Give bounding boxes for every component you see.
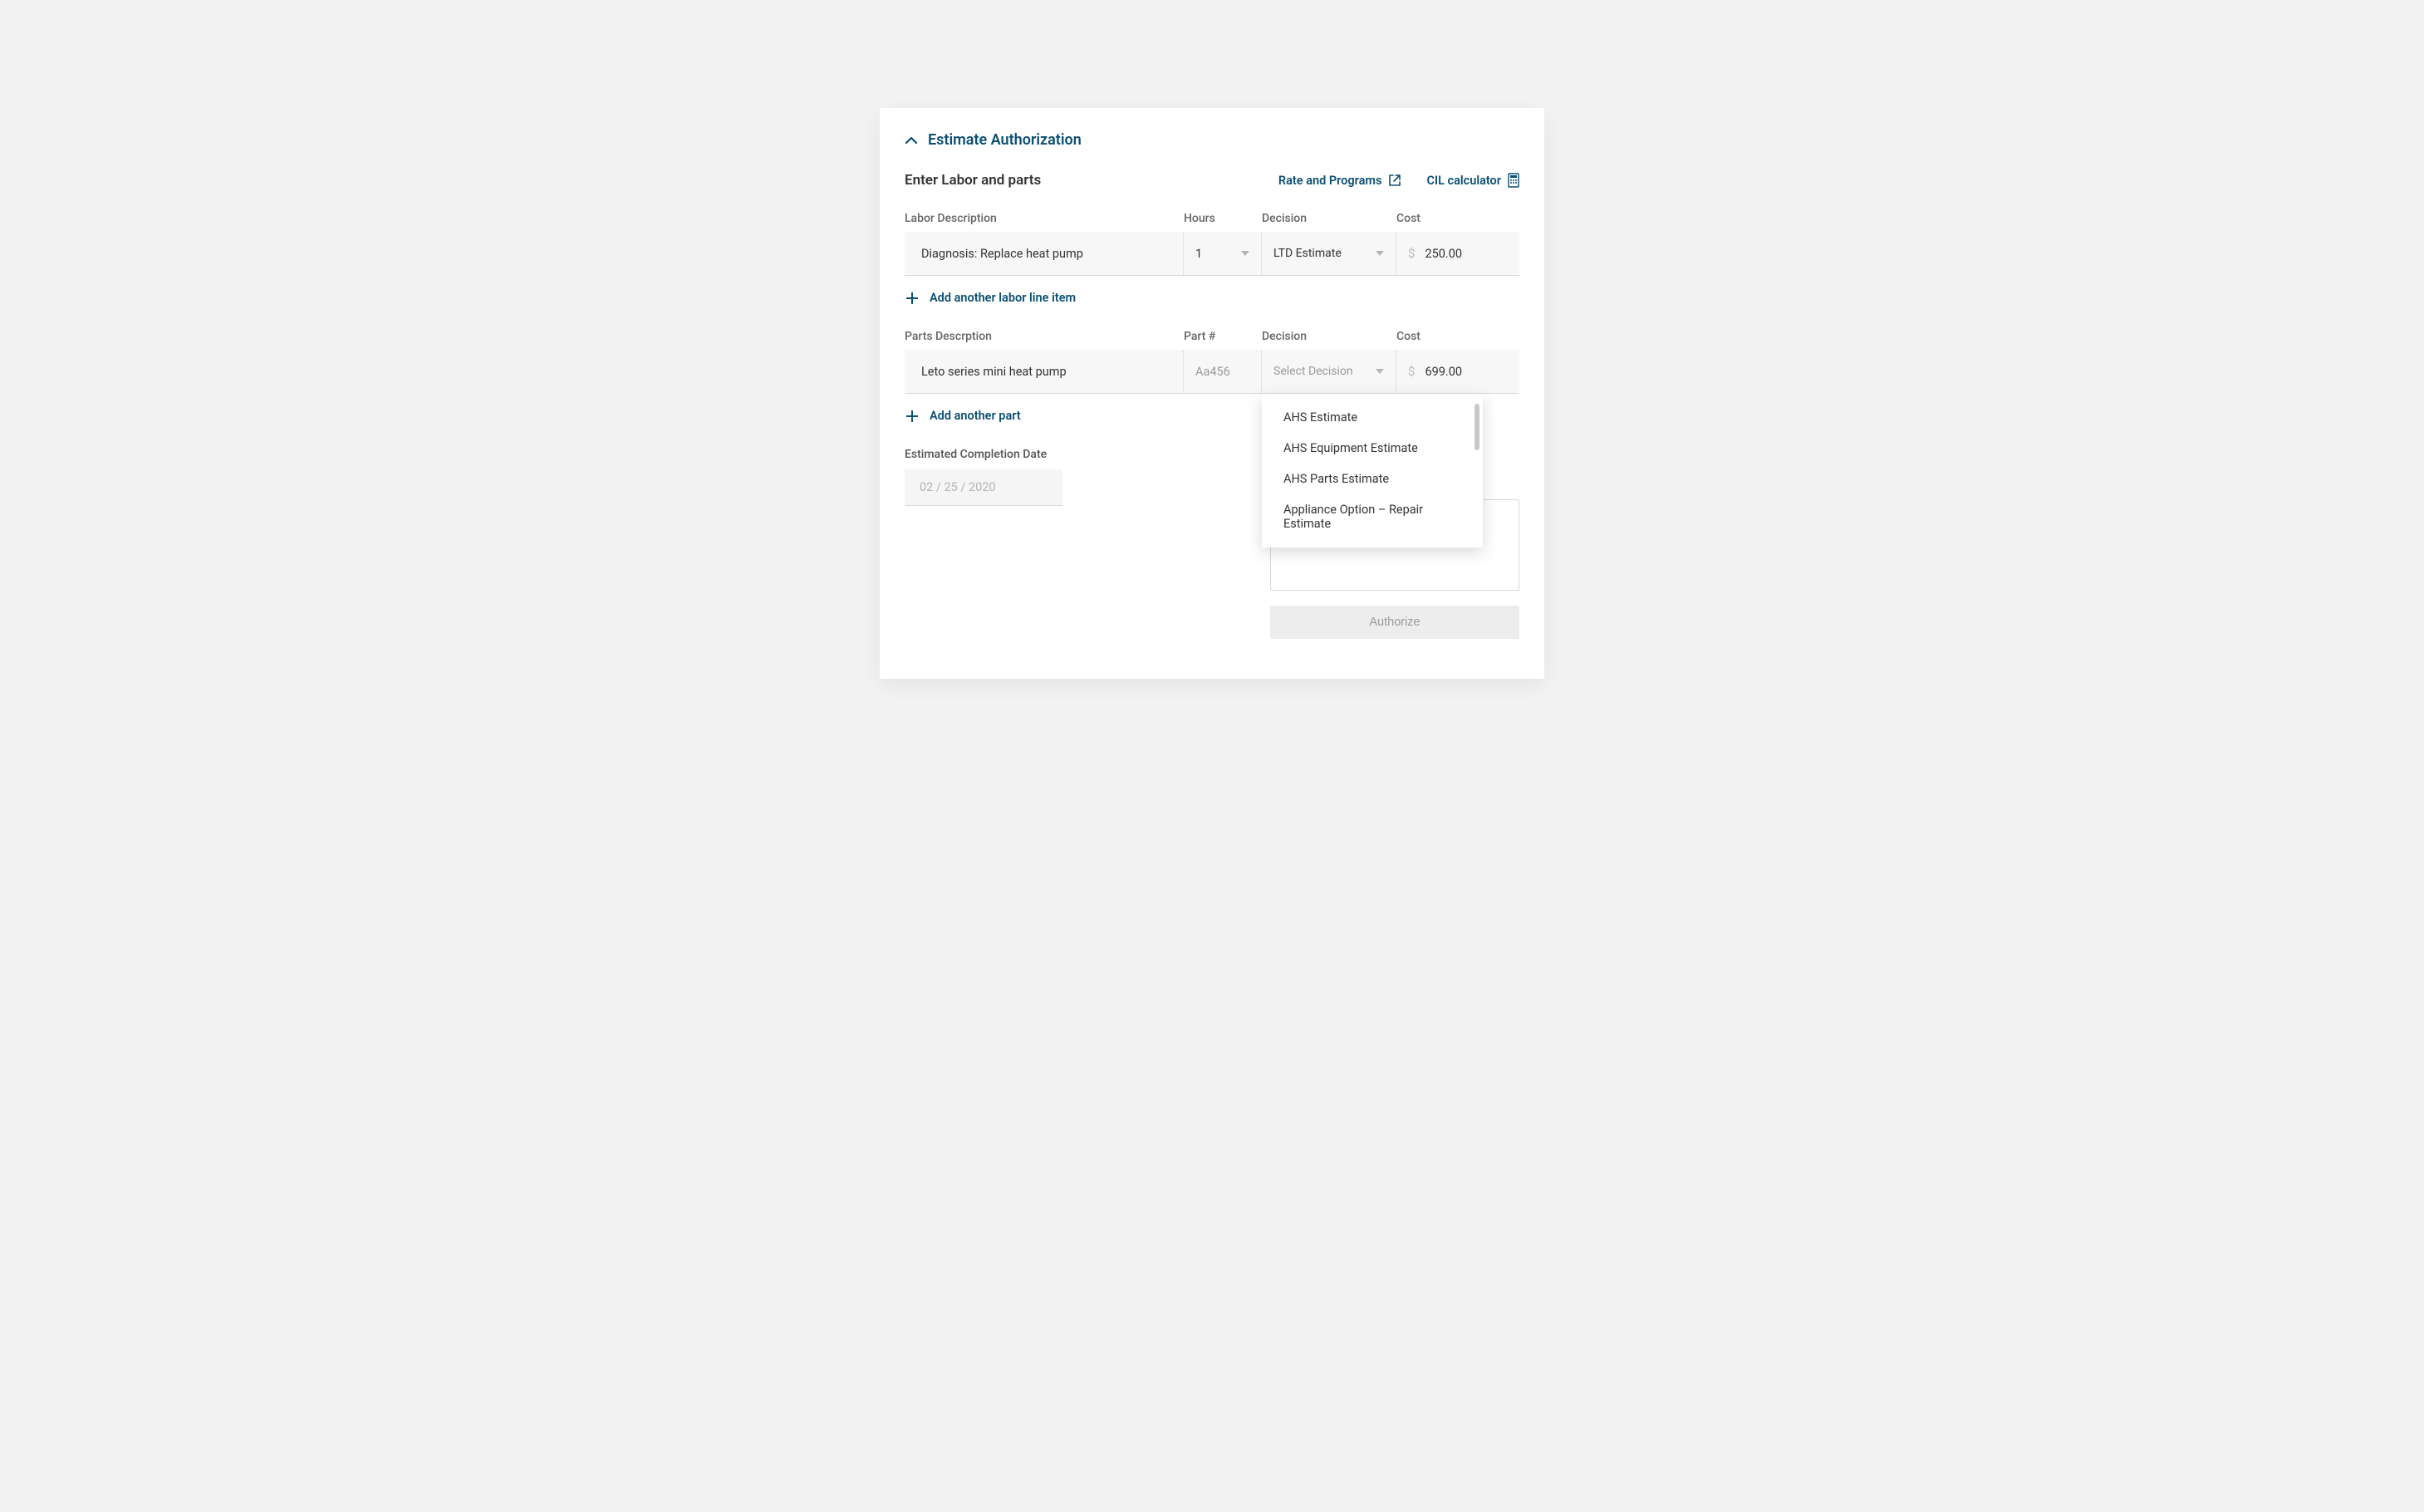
plus-icon — [906, 292, 918, 304]
labor-column-headers: Labor Description Hours Decision Cost — [905, 212, 1519, 225]
add-part-label: Add another part — [930, 409, 1021, 423]
labor-description-cell[interactable]: Diagnosis: Replace heat pump — [905, 232, 1184, 275]
labor-cost-cell[interactable]: $ 250.00 — [1396, 232, 1519, 275]
decision-dropdown: AHS Estimate AHS Equipment Estimate AHS … — [1262, 394, 1483, 547]
dollar-icon: $ — [1408, 246, 1415, 261]
decision-option[interactable]: AHS Equipment Estimate — [1262, 433, 1483, 464]
parts-decision-cell[interactable]: Select Decision AHS Estimate AHS Equipme… — [1262, 350, 1396, 393]
authorize-button[interactable]: Authorize — [1270, 606, 1519, 639]
parts-partnum-value: Aa456 — [1195, 365, 1230, 379]
labor-description-value: Diagnosis: Replace heat pump — [921, 247, 1083, 261]
cil-calculator-label: CIL calculator — [1426, 174, 1501, 188]
parts-col-decision: Decision — [1262, 330, 1396, 343]
caret-down-icon — [1376, 369, 1384, 374]
parts-description-cell[interactable]: Leto series mini heat pump — [905, 350, 1184, 393]
parts-row: Leto series mini heat pump Aa456 Select … — [905, 350, 1519, 394]
labor-col-hours: Hours — [1184, 212, 1262, 225]
add-labor-line-button[interactable]: Add another labor line item — [906, 291, 1519, 305]
completion-date-input[interactable]: 02 / 25 / 2020 — [905, 469, 1062, 506]
external-link-icon — [1388, 174, 1401, 187]
decision-option[interactable]: AHS Parts Estimate — [1262, 464, 1483, 494]
labor-cost-value: 250.00 — [1425, 247, 1462, 261]
parts-column-headers: Parts Descrption Part # Decision Cost — [905, 330, 1519, 343]
estimate-authorization-panel: Estimate Authorization Enter Labor and p… — [880, 108, 1544, 679]
labor-hours-cell[interactable]: 1 — [1184, 232, 1262, 275]
authorize-label: Authorize — [1369, 616, 1420, 629]
parts-description-value: Leto series mini heat pump — [921, 365, 1067, 379]
labor-hours-value: 1 — [1195, 247, 1202, 261]
parts-cost-cell[interactable]: $ 699.00 — [1396, 350, 1519, 393]
chevron-up-icon — [905, 136, 918, 145]
parts-decision-placeholder: Select Decision — [1273, 365, 1353, 378]
parts-col-desc: Parts Descrption — [905, 330, 1184, 343]
section-header[interactable]: Estimate Authorization — [905, 131, 1519, 149]
section-title: Estimate Authorization — [928, 131, 1082, 149]
labor-col-cost: Cost — [1396, 212, 1519, 225]
decision-option[interactable]: AHS Estimate — [1262, 402, 1483, 433]
labor-row: Diagnosis: Replace heat pump 1 LTD Estim… — [905, 232, 1519, 276]
parts-col-partnum: Part # — [1184, 330, 1262, 343]
labor-col-desc: Labor Description — [905, 212, 1184, 225]
cil-calculator-link[interactable]: CIL calculator — [1426, 173, 1519, 188]
subheader-title: Enter Labor and parts — [905, 172, 1041, 189]
parts-cost-value: 699.00 — [1425, 365, 1462, 379]
decision-option[interactable]: Appliance Option – Repair Estimate — [1262, 494, 1483, 539]
add-labor-label: Add another labor line item — [930, 291, 1076, 305]
caret-down-icon — [1241, 251, 1249, 256]
dollar-icon: $ — [1408, 364, 1415, 379]
subheader-row: Enter Labor and parts Rate and Programs … — [905, 172, 1519, 189]
caret-down-icon — [1376, 251, 1384, 256]
parts-col-cost: Cost — [1396, 330, 1519, 343]
labor-col-decision: Decision — [1262, 212, 1396, 225]
rate-programs-label: Rate and Programs — [1278, 174, 1382, 188]
plus-icon — [906, 410, 918, 422]
rate-programs-link[interactable]: Rate and Programs — [1278, 174, 1402, 188]
calculator-icon — [1508, 173, 1519, 188]
completion-date-value: 02 / 25 / 2020 — [920, 480, 996, 494]
labor-decision-value: LTD Estimate — [1273, 247, 1342, 260]
parts-partnum-cell[interactable]: Aa456 — [1184, 350, 1262, 393]
labor-decision-cell[interactable]: LTD Estimate — [1262, 232, 1396, 275]
dropdown-scrollbar-thumb[interactable] — [1475, 404, 1479, 450]
